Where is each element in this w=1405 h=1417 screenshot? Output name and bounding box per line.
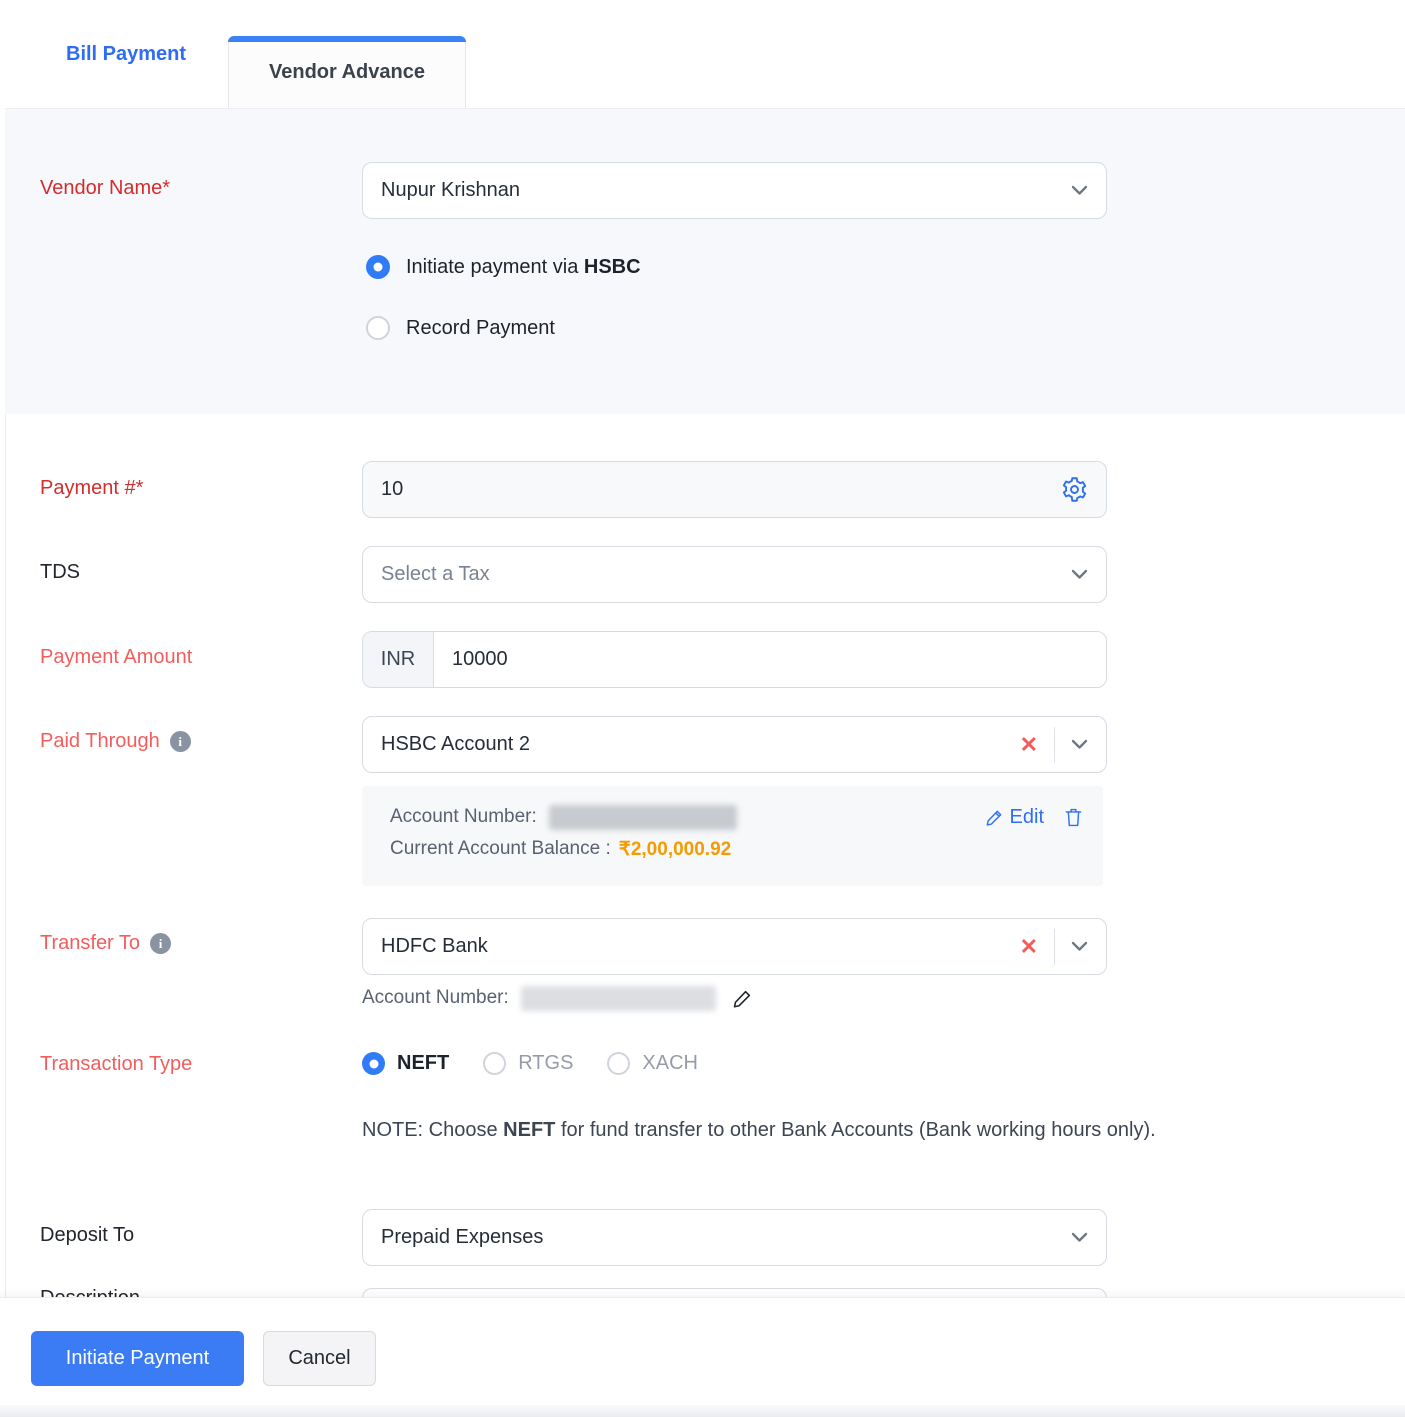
tab-bill-payment-label: Bill Payment [66,43,186,66]
paid-through-account-panel: Account Number: Edit Current Account Bal… [362,786,1103,886]
vendor-section-background [5,108,1405,414]
account-balance-row: Current Account Balance : ₹2,00,000.92 [390,833,1083,865]
tab-bill-payment[interactable]: Bill Payment [66,0,186,108]
record-payment-radio-row: Record Payment [366,316,555,340]
chevron-down-icon [1071,1232,1088,1243]
transaction-type-label: Transaction Type [40,1053,192,1076]
deposit-to-label: Deposit To [40,1224,134,1247]
rtgs-option: RTGS [483,1052,573,1075]
payment-number-input[interactable]: 10 [362,461,1107,518]
record-payment-radio[interactable] [366,316,390,340]
currency-prefix: INR [363,632,434,687]
neft-option: NEFT [362,1052,449,1075]
initiate-payment-radio-row: Initiate payment via HSBC [366,255,641,279]
paid-through-select[interactable]: HSBC Account 2 ✕ [362,716,1107,773]
payment-amount-label: Payment Amount [40,646,192,669]
clear-icon[interactable]: ✕ [1020,934,1038,960]
payment-number-label: Payment #* [40,477,143,500]
tab-vendor-advance-label: Vendor Advance [269,61,425,84]
paid-through-label: Paid Through i [40,730,191,753]
payment-amount-value: 10000 [434,648,1106,671]
info-icon[interactable]: i [150,933,171,954]
vendor-name-value: Nupur Krishnan [381,179,1071,202]
chevron-down-icon [1071,739,1088,750]
initiate-payment-radio[interactable] [366,255,390,279]
transfer-to-value: HDFC Bank [381,935,1020,958]
footer-action-bar: Initiate Payment Cancel [0,1297,1405,1406]
record-payment-label: Record Payment [406,317,555,340]
balance-value: ₹2,00,000.92 [619,838,731,861]
xach-option: XACH [607,1052,698,1075]
tds-select[interactable]: Select a Tax [362,546,1107,603]
payment-amount-input[interactable]: INR 10000 [362,631,1107,688]
vendor-name-label: Vendor Name* [40,177,170,200]
rtgs-label: RTGS [518,1052,573,1075]
clear-icon[interactable]: ✕ [1020,732,1038,758]
xach-label: XACH [642,1052,698,1075]
transfer-account-number-row: Account Number: [362,982,753,1014]
transaction-type-options: NEFT RTGS XACH [362,1052,732,1075]
transfer-account-number-label: Account Number: [362,987,509,1009]
chevron-down-icon [1071,185,1088,196]
neft-radio[interactable] [362,1052,385,1075]
trash-icon[interactable] [1064,807,1083,828]
balance-label: Current Account Balance : [390,838,611,860]
pencil-icon[interactable] [732,988,753,1009]
description-label-partial: Description [40,1287,140,1297]
field-divider [1054,929,1055,965]
tds-placeholder: Select a Tax [381,563,1071,586]
edit-link-label: Edit [1010,806,1044,829]
neft-label: NEFT [397,1052,449,1075]
chevron-down-icon [1071,569,1088,580]
payment-number-value: 10 [381,478,1061,501]
info-icon[interactable]: i [170,731,191,752]
redacted-account-number [549,805,737,830]
redacted-account-number [521,986,716,1011]
transfer-to-select[interactable]: HDFC Bank ✕ [362,918,1107,975]
rtgs-radio[interactable] [483,1052,506,1075]
bottom-scroll-strip [0,1405,1405,1417]
paid-through-value: HSBC Account 2 [381,733,1020,756]
account-number-row: Account Number: Edit [390,801,1083,833]
tab-bar: Bill Payment Vendor Advance [0,0,1405,108]
cancel-button[interactable]: Cancel [263,1331,376,1386]
vendor-name-select[interactable]: Nupur Krishnan [362,162,1107,219]
initiate-payment-label: Initiate payment via HSBC [406,256,641,279]
account-number-label: Account Number: [390,806,537,828]
gear-icon[interactable] [1061,476,1088,503]
deposit-to-value: Prepaid Expenses [381,1226,1071,1249]
edit-account-link[interactable]: Edit [985,806,1044,829]
transfer-to-label: Transfer To i [40,932,171,955]
initiate-payment-button[interactable]: Initiate Payment [31,1331,244,1386]
field-divider [1054,727,1055,763]
tds-label: TDS [40,561,80,584]
pencil-icon [985,808,1004,827]
neft-note: NOTE: Choose NEFT for fund transfer to o… [362,1119,1156,1142]
deposit-to-select[interactable]: Prepaid Expenses [362,1209,1107,1266]
chevron-down-icon [1071,941,1088,952]
tab-vendor-advance[interactable]: Vendor Advance [228,36,466,108]
xach-radio[interactable] [607,1052,630,1075]
